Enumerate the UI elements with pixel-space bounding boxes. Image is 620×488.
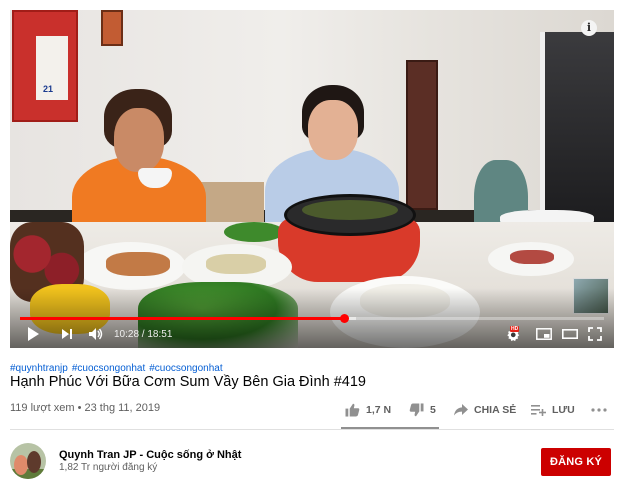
section-divider xyxy=(10,429,614,430)
avatar-person-right xyxy=(27,451,41,473)
subscriber-count: 1,82 Tr người đăng ký xyxy=(59,462,158,473)
volume-icon xyxy=(89,328,103,340)
scene-person-left-face xyxy=(114,108,164,172)
avatar-person-left xyxy=(14,455,28,475)
hd-badge: HD xyxy=(510,326,520,332)
more-horizontal-icon xyxy=(591,408,607,412)
calendar-day: 21 xyxy=(43,84,54,94)
fullscreen-button[interactable] xyxy=(585,325,605,343)
miniplayer-icon xyxy=(536,328,552,340)
upload-date: 23 thg 11, 2019 xyxy=(84,402,161,414)
scene-meat xyxy=(510,250,554,264)
subscribe-button[interactable]: ĐĂNG KÝ xyxy=(541,448,611,476)
share-label: CHIA SẺ xyxy=(474,404,517,416)
progress-played xyxy=(20,317,345,320)
progress-bar[interactable] xyxy=(20,314,604,323)
duration: 18:51 xyxy=(147,329,173,340)
thumbs-up-icon xyxy=(345,403,360,417)
channel-avatar[interactable] xyxy=(10,443,46,479)
hashtag-link[interactable]: #cuocsongonhat xyxy=(149,363,222,374)
meta-separator: • xyxy=(74,402,85,414)
scene-greens xyxy=(224,222,284,242)
share-button[interactable]: CHIA SẺ xyxy=(454,400,516,420)
current-time: 10:28 xyxy=(114,329,140,340)
dislike-count: 5 xyxy=(430,404,436,416)
scene-hotpot-soup xyxy=(302,200,398,220)
video-title: Hạnh Phúc Với Bữa Cơm Sum Vầy Bên Gia Đì… xyxy=(10,374,366,390)
view-count: 119 lượt xem xyxy=(10,402,75,414)
volume-button[interactable] xyxy=(86,325,106,343)
scene-plate-tofu-food xyxy=(206,254,266,274)
dislike-button[interactable]: 5 xyxy=(409,400,436,420)
scene-person-right-face xyxy=(308,100,358,160)
theater-mode-button[interactable] xyxy=(560,325,580,343)
thumbs-down-icon xyxy=(409,403,424,417)
next-icon xyxy=(62,329,72,339)
fullscreen-icon xyxy=(588,327,602,341)
like-count: 1,7 N xyxy=(366,404,392,416)
next-button[interactable] xyxy=(58,325,76,343)
add-to-playlist-icon xyxy=(531,405,546,416)
scene-plate-meat-food xyxy=(106,252,170,276)
miniplayer-button[interactable] xyxy=(534,325,554,343)
like-button[interactable]: 1,7 N xyxy=(345,400,391,420)
hashtag-link[interactable]: #cuocsongonhat xyxy=(72,363,145,374)
scene-picture-frame xyxy=(101,10,123,46)
save-label: LƯU xyxy=(552,404,575,416)
play-icon xyxy=(28,327,39,341)
scene-door xyxy=(406,60,438,210)
channel-name[interactable]: Quynh Tran JP - Cuộc sống ở Nhật xyxy=(59,449,241,461)
hashtag-list: #quynhtranjp #cuocsongonhat #cuocsongonhat xyxy=(10,363,227,374)
hashtag-link[interactable]: #quynhtranjp xyxy=(10,363,68,374)
play-button[interactable] xyxy=(24,325,42,343)
more-actions-button[interactable] xyxy=(591,400,607,420)
info-icon[interactable]: i xyxy=(581,20,597,36)
scene-calendar: 21 xyxy=(12,10,78,122)
time-display: 10:28 / 18:51 xyxy=(114,329,172,340)
save-button[interactable]: LƯU xyxy=(531,400,575,420)
theater-icon xyxy=(562,329,578,339)
video-player[interactable]: 21 i 10:28 / 18:51 HD xyxy=(10,10,614,348)
video-meta: 119 lượt xem • 23 thg 11, 2019 xyxy=(10,402,160,414)
share-icon xyxy=(454,404,468,416)
